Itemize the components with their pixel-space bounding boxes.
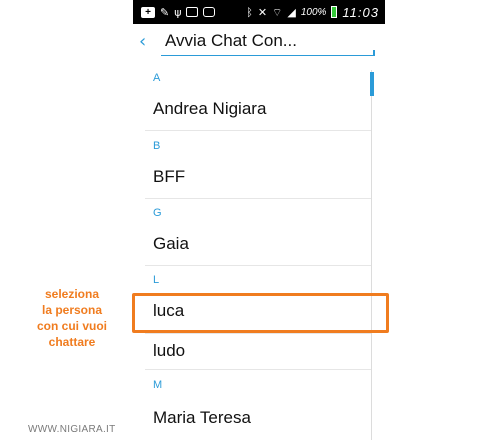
section-header-b: B bbox=[153, 140, 161, 152]
divider bbox=[145, 198, 371, 199]
annotation-line: seleziona bbox=[44, 287, 100, 301]
contact-name: Maria Teresa bbox=[153, 408, 251, 427]
title-bar: ‹ bbox=[133, 24, 385, 60]
status-bar-right: ᛒ ✕ ⌔ ◢ 100% 11:03 bbox=[246, 5, 379, 20]
usb-icon: ψ bbox=[174, 5, 182, 19]
section-header-m: M bbox=[153, 379, 163, 391]
search-underline-tick bbox=[373, 50, 375, 56]
status-bar: + ✎ ψ ᛒ ✕ ⌔ ◢ 100% 11:03 bbox=[133, 0, 385, 24]
contact-name: ludo bbox=[153, 341, 186, 360]
contact-item-ludo[interactable]: ludo bbox=[133, 334, 369, 368]
scrollbar-thumb[interactable] bbox=[370, 72, 374, 96]
image-icon bbox=[186, 7, 199, 17]
contact-name: BFF bbox=[153, 167, 186, 186]
section-header-g: G bbox=[153, 207, 163, 219]
contact-item-maria-teresa[interactable]: Maria Teresa bbox=[133, 401, 369, 435]
mute-icon: ✕ bbox=[257, 5, 268, 19]
contact-item-gaia[interactable]: Gaia bbox=[133, 227, 369, 261]
section-header-l: L bbox=[153, 274, 160, 286]
contact-item-andrea-nigiara[interactable]: Andrea Nigiara bbox=[133, 92, 369, 126]
bluetooth-icon: ᛒ bbox=[246, 5, 253, 19]
divider bbox=[145, 265, 371, 266]
contact-name: Gaia bbox=[153, 234, 189, 253]
annotation-line: la persona bbox=[41, 303, 103, 317]
battery-percent: 100% bbox=[300, 6, 327, 18]
battery-icon bbox=[331, 6, 338, 18]
chevron-left-icon[interactable]: ‹ bbox=[139, 33, 146, 51]
instagram-icon bbox=[203, 7, 216, 17]
status-bar-left: + ✎ ψ bbox=[141, 5, 216, 19]
wifi-icon: ⌔ bbox=[272, 5, 283, 19]
watermark: WWW.NIGIARA.IT bbox=[28, 424, 116, 435]
contact-list[interactable]: A Andrea Nigiara B BFF G Gaia L luca lud… bbox=[133, 60, 385, 440]
contact-item-bff[interactable]: BFF bbox=[133, 160, 369, 194]
section-header-a: A bbox=[153, 72, 161, 84]
contact-name: Andrea Nigiara bbox=[153, 99, 267, 118]
plus-icon: + bbox=[141, 6, 155, 18]
search-input[interactable] bbox=[161, 26, 375, 56]
clock-time: 11:03 bbox=[342, 4, 379, 20]
wrench-icon: ✎ bbox=[160, 5, 170, 19]
signal-icon: ◢ bbox=[287, 5, 296, 19]
divider bbox=[145, 369, 371, 370]
annotation-line: chattare bbox=[48, 335, 96, 349]
divider bbox=[145, 130, 371, 131]
annotation-line: con cui vuoi bbox=[36, 319, 107, 333]
annotation-callout: seleziona la persona con cui vuoi chatta… bbox=[20, 286, 124, 350]
scrollbar-track bbox=[371, 70, 372, 440]
highlight-box bbox=[132, 293, 389, 333]
phone-screen: + ✎ ψ ᛒ ✕ ⌔ ◢ 100% 11:03 ‹ A Andrea Nigi… bbox=[133, 0, 385, 440]
